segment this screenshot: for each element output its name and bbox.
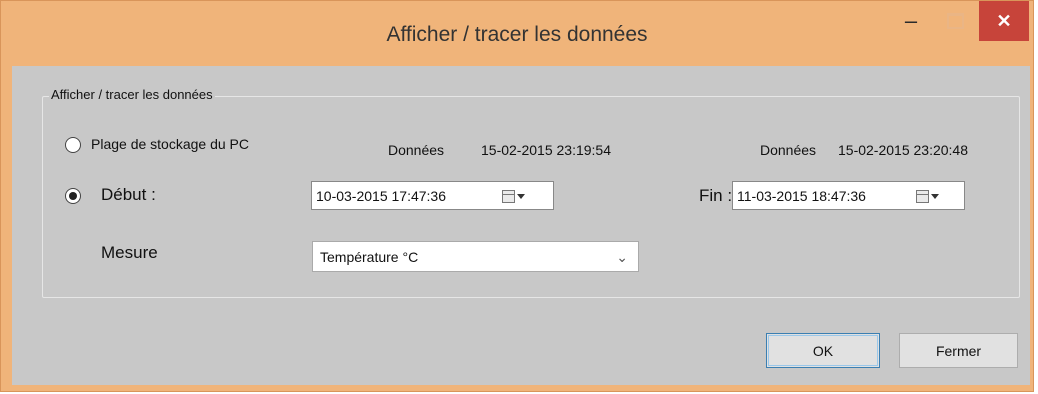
radio-selected-dot xyxy=(69,192,77,200)
range-start-label: Données xyxy=(388,142,445,158)
dropdown-arrow-icon xyxy=(931,193,939,199)
calendar-dropdown-button[interactable] xyxy=(916,188,942,204)
range-end-label: Données xyxy=(760,142,817,158)
close-window-button[interactable]: ✕ xyxy=(979,1,1029,41)
measure-label: Mesure xyxy=(101,243,158,262)
group-legend: Afficher / tracer les données xyxy=(49,87,215,102)
end-date-picker[interactable]: 11-03-2015 18:47:36 xyxy=(732,181,965,210)
title-bar[interactable]: Afficher / tracer les données – ✕ xyxy=(1,1,1033,65)
close-button-label: Fermer xyxy=(935,342,982,359)
calendar-dropdown-button[interactable] xyxy=(502,188,528,204)
chevron-down-icon: ⌄ xyxy=(616,249,628,265)
minimize-icon: – xyxy=(904,8,918,33)
measure-selected-value: Température °C xyxy=(320,249,419,265)
start-date-picker[interactable]: 10-03-2015 17:47:36 xyxy=(311,181,554,210)
dialog-window: Afficher / tracer les données – ✕ Affich… xyxy=(0,0,1034,392)
calendar-icon xyxy=(502,189,515,203)
maximize-button[interactable] xyxy=(933,1,977,41)
range-radio-label[interactable]: Plage de stockage du PC xyxy=(91,136,249,152)
end-label: Fin : xyxy=(699,186,733,205)
start-label[interactable]: Début : xyxy=(101,185,156,205)
start-date-value: 10-03-2015 17:47:36 xyxy=(316,188,446,204)
dropdown-arrow-icon xyxy=(517,193,525,199)
measure-select[interactable]: Température °C ⌄ xyxy=(312,241,639,272)
window-title: Afficher / tracer les données xyxy=(386,23,648,46)
range-start-value: 15-02-2015 23:19:54 xyxy=(481,142,611,158)
ok-button[interactable]: OK xyxy=(766,333,880,368)
dialog-client-area: Afficher / tracer les données Plage de s… xyxy=(12,66,1030,385)
range-end-value: 15-02-2015 23:20:48 xyxy=(838,142,968,158)
close-icon: ✕ xyxy=(996,10,1012,31)
range-radio[interactable] xyxy=(65,137,81,153)
maximize-icon xyxy=(946,13,964,29)
ok-button-focus-ring xyxy=(768,335,878,366)
minimize-button[interactable]: – xyxy=(889,1,933,41)
close-button[interactable]: Fermer xyxy=(899,333,1018,368)
calendar-icon xyxy=(916,189,929,203)
custom-range-radio[interactable] xyxy=(65,188,81,204)
end-date-value: 11-03-2015 18:47:36 xyxy=(737,188,866,204)
